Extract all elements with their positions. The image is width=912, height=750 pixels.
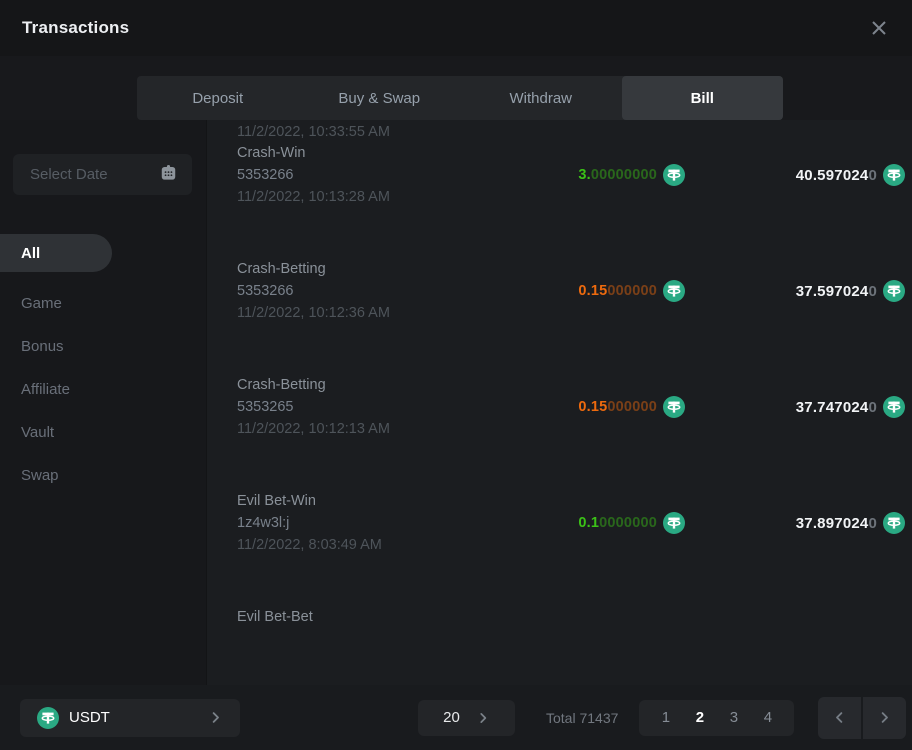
tether-icon [883,396,905,418]
tab-strip: Deposit Buy & Swap Withdraw Bill [137,76,783,120]
sidebar-item-game[interactable]: Game [13,282,192,325]
transaction-timestamp: 11/2/2022, 8:03:49 AM [237,534,517,556]
transaction-balance: 37.8970240 [685,512,905,534]
page-button-4[interactable]: 4 [751,709,785,726]
transaction-id: 5353266 [237,280,517,302]
select-date-placeholder: Select Date [30,166,108,183]
total-count-label: Total 71437 [546,710,618,726]
currency-label: USDT [69,709,110,726]
transaction-amount: 0.15000000 [517,396,685,418]
transaction-balance: 37.5970240 [685,280,905,302]
transaction-info: Crash-Betting 5353265 11/2/2022, 10:12:1… [237,374,517,440]
transaction-name: Evil Bet-Win [237,490,517,512]
transaction-balance: 37.7470240 [685,396,905,418]
calendar-icon [159,163,178,186]
sidebar-item-bonus[interactable]: Bonus [13,325,192,368]
select-date-input[interactable]: Select Date [13,154,192,195]
chevron-right-icon [476,711,490,725]
sidebar-filter-list: Game Bonus Affiliate Vault Swap [13,282,192,497]
modal-content: Select Date All Game Bonus Affiliate Vau… [0,120,912,685]
transaction-info: Evil Bet-Win 1z4w3l:j 11/2/2022, 8:03:49… [237,490,517,556]
tether-icon [663,512,685,534]
page-size-value: 20 [443,709,460,726]
transaction-id: 1z4w3l:j [237,512,517,534]
transaction-amount: 0.10000000 [517,512,685,534]
tab-withdraw[interactable]: Withdraw [460,76,622,120]
page-button-3[interactable]: 3 [717,709,751,726]
transaction-balance: 40.5970240 [685,164,905,186]
transaction-timestamp: 11/2/2022, 10:13:28 AM [237,186,517,208]
tab-deposit[interactable]: Deposit [137,76,299,120]
transaction-name: Crash-Betting [237,374,517,396]
page-button-1[interactable]: 1 [649,709,683,726]
transaction-timestamp-partial: 11/2/2022, 10:33:55 AM [237,122,905,142]
prev-page-button[interactable] [818,697,861,739]
transaction-list: 11/2/2022, 10:33:55 AM Crash-Win 5353266… [207,120,912,685]
tether-icon [663,164,685,186]
tether-icon [37,707,59,729]
transaction-timestamp: 11/2/2022, 10:12:13 AM [237,418,517,440]
transaction-info: Evil Bet-Bet [237,606,517,628]
close-icon[interactable] [868,17,890,39]
table-row[interactable]: Crash-Betting 5353266 11/2/2022, 10:12:3… [237,258,905,324]
table-row[interactable]: Evil Bet-Win 1z4w3l:j 11/2/2022, 8:03:49… [237,490,905,556]
transaction-info: Crash-Win 5353266 11/2/2022, 10:13:28 AM [237,142,517,208]
page-size-selector[interactable]: 20 [418,700,515,736]
transaction-amount: 0.15000000 [517,280,685,302]
tab-buy-swap[interactable]: Buy & Swap [299,76,461,120]
tether-icon [883,280,905,302]
modal-footer: USDT 20 Total 71437 1 2 3 4 [0,685,912,750]
transaction-name: Evil Bet-Bet [237,606,517,628]
sidebar-item-all[interactable]: All [0,234,112,272]
transactions-modal: Transactions Deposit Buy & Swap Withdraw… [0,0,912,750]
transaction-id: 5353266 [237,164,517,186]
sidebar-item-swap[interactable]: Swap [13,454,192,497]
table-row[interactable]: Evil Bet-Bet [237,606,905,628]
currency-selector[interactable]: USDT [20,699,240,737]
page-title: Transactions [22,18,129,38]
tab-band: Deposit Buy & Swap Withdraw Bill [0,56,912,120]
sidebar-item-affiliate[interactable]: Affiliate [13,368,192,411]
tether-icon [663,280,685,302]
tether-icon [663,396,685,418]
next-page-button[interactable] [863,697,906,739]
transaction-name: Crash-Win [237,142,517,164]
transaction-name: Crash-Betting [237,258,517,280]
transaction-amount: 3.00000000 [517,164,685,186]
transaction-timestamp: 11/2/2022, 10:12:36 AM [237,302,517,324]
modal-header: Transactions [0,0,912,56]
chevron-right-icon [208,710,223,725]
page-button-2[interactable]: 2 [683,709,717,726]
tether-icon [883,164,905,186]
filter-sidebar: Select Date All Game Bonus Affiliate Vau… [0,120,207,685]
table-row[interactable]: Crash-Win 5353266 11/2/2022, 10:13:28 AM… [237,142,905,208]
table-row[interactable]: Crash-Betting 5353265 11/2/2022, 10:12:1… [237,374,905,440]
transaction-info: Crash-Betting 5353266 11/2/2022, 10:12:3… [237,258,517,324]
sidebar-item-vault[interactable]: Vault [13,411,192,454]
tether-icon [883,512,905,534]
tab-bill[interactable]: Bill [622,76,784,120]
transaction-id: 5353265 [237,396,517,418]
pagination: 1 2 3 4 [639,700,794,736]
pagination-nav [818,697,906,739]
